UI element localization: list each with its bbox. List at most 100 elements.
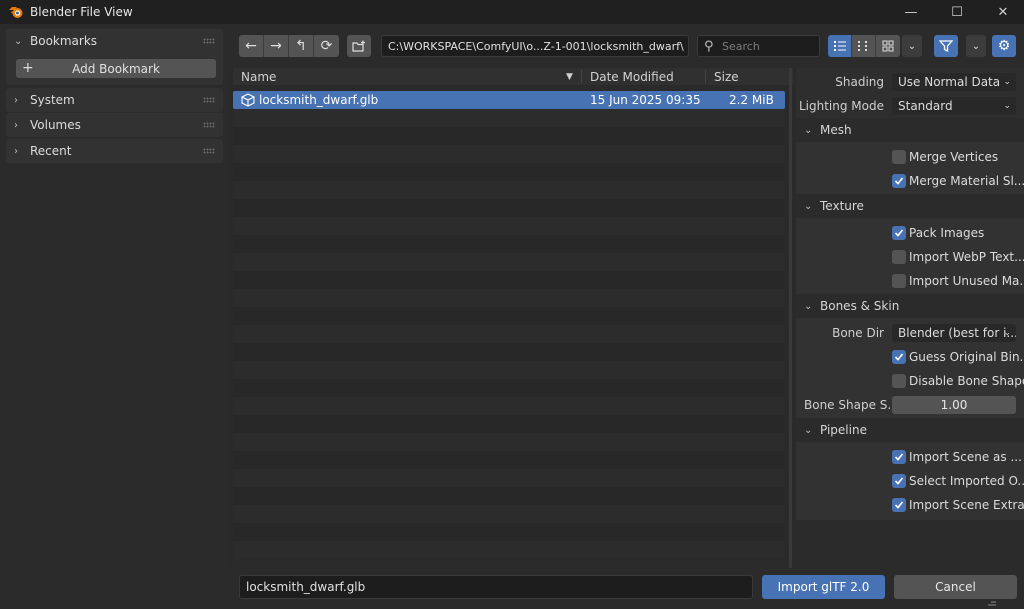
file-row[interactable]: locksmith_dwarf.glb 15 Jun 2025 09:35 2.… bbox=[233, 91, 785, 109]
bone-shape-scale-property: Bone Shape S... 1.00 bbox=[796, 395, 1024, 415]
merge-material-slots-checkbox[interactable]: Merge Material Sl... bbox=[892, 171, 1024, 191]
volumes-panel[interactable]: › Volumes bbox=[6, 113, 223, 137]
bones-skin-section-header[interactable]: ⌄ Bones & Skin bbox=[796, 294, 1024, 318]
shading-value: Use Normal Data bbox=[898, 75, 1001, 89]
checkmark-icon bbox=[892, 498, 906, 512]
cancel-button[interactable]: Cancel bbox=[894, 575, 1017, 599]
disable-bone-shape-checkbox[interactable]: Disable Bone Shape bbox=[892, 371, 1024, 391]
new-folder-button[interactable] bbox=[347, 35, 371, 57]
empty-row bbox=[233, 145, 785, 163]
thumbnail-view-button[interactable] bbox=[876, 35, 900, 57]
sort-descending-icon[interactable]: ▼ bbox=[566, 72, 573, 82]
bone-dir-property: Bone Dir Blender (best for i... ⌄ bbox=[796, 323, 1024, 343]
refresh-button[interactable]: ⟳ bbox=[314, 35, 339, 57]
column-divider[interactable] bbox=[705, 70, 706, 83]
chevron-down-icon: ⌄ bbox=[1003, 328, 1011, 338]
search-input[interactable]: ⚲ Search bbox=[697, 35, 820, 57]
select-imported-objects-label: Select Imported O... bbox=[909, 474, 1024, 488]
bookmarks-label: Bookmarks bbox=[30, 34, 98, 48]
navigation-group: ← → ↰ ⟳ bbox=[239, 35, 339, 57]
guess-original-bind-checkbox[interactable]: Guess Original Bin... bbox=[892, 347, 1024, 367]
filename-input[interactable]: locksmith_dwarf.glb bbox=[239, 575, 753, 599]
guess-original-bind-label: Guess Original Bin... bbox=[909, 350, 1024, 364]
import-scene-as-label: Import Scene as ... bbox=[909, 450, 1022, 464]
column-size-header[interactable]: Size bbox=[714, 70, 739, 84]
column-date-header[interactable]: Date Modified bbox=[590, 70, 674, 84]
empty-row bbox=[233, 451, 785, 469]
directory-path-input[interactable]: C:\WORKSPACE\ComfyUI\o...Z-1-001\locksmi… bbox=[381, 35, 689, 57]
recent-label: Recent bbox=[30, 144, 72, 158]
title-bar: Blender File View bbox=[0, 0, 1024, 24]
import-scene-extras-checkbox[interactable]: Import Scene Extras bbox=[892, 495, 1024, 515]
chevron-down-icon: ⌄ bbox=[907, 40, 917, 52]
recent-header[interactable]: › Recent bbox=[6, 139, 223, 163]
empty-row bbox=[233, 181, 785, 199]
display-mode-group bbox=[828, 35, 900, 57]
drag-handle-icon[interactable] bbox=[203, 38, 215, 44]
chevron-down-icon: ⌄ bbox=[1003, 77, 1011, 87]
forward-button[interactable]: → bbox=[264, 35, 289, 57]
chevron-down-icon: ⌄ bbox=[971, 40, 981, 52]
system-panel[interactable]: › System bbox=[6, 88, 223, 112]
empty-row bbox=[233, 433, 785, 451]
parent-directory-button[interactable]: ↰ bbox=[289, 35, 314, 57]
checkmark-icon bbox=[892, 450, 906, 464]
file-rows: locksmith_dwarf.glb 15 Jun 2025 09:35 2.… bbox=[233, 91, 785, 559]
system-header[interactable]: › System bbox=[6, 88, 223, 112]
close-button[interactable]: ✕ bbox=[980, 0, 1024, 24]
pipeline-section-header[interactable]: ⌄ Pipeline bbox=[796, 418, 1024, 442]
volumes-header[interactable]: › Volumes bbox=[6, 113, 223, 137]
back-button[interactable]: ← bbox=[239, 35, 264, 57]
empty-row bbox=[233, 361, 785, 379]
display-settings-dropdown[interactable]: ⌄ bbox=[902, 35, 922, 57]
drag-handle-icon[interactable] bbox=[203, 97, 215, 103]
drag-handle-icon[interactable] bbox=[203, 148, 215, 154]
select-imported-objects-checkbox[interactable]: Select Imported O... bbox=[892, 471, 1024, 491]
filter-settings-dropdown[interactable]: ⌄ bbox=[966, 35, 986, 57]
empty-row bbox=[233, 253, 785, 271]
vertical-list-view-button[interactable] bbox=[828, 35, 852, 57]
add-bookmark-button[interactable]: + Add Bookmark bbox=[16, 59, 216, 78]
empty-row bbox=[233, 541, 785, 559]
shading-dropdown[interactable]: Use Normal Data ⌄ bbox=[892, 73, 1016, 91]
empty-row bbox=[233, 469, 785, 487]
import-scene-as-checkbox[interactable]: Import Scene as ... bbox=[892, 447, 1022, 467]
lighting-mode-dropdown[interactable]: Standard ⌄ bbox=[892, 97, 1016, 115]
horizontal-list-view-button[interactable] bbox=[852, 35, 876, 57]
mesh-section-header[interactable]: ⌄ Mesh bbox=[796, 118, 1024, 142]
column-divider[interactable] bbox=[581, 70, 582, 83]
options-toggle-button[interactable]: ⚙ bbox=[992, 35, 1016, 57]
empty-row bbox=[233, 379, 785, 397]
column-name-header[interactable]: Name bbox=[241, 70, 276, 84]
search-icon: ⚲ bbox=[704, 39, 714, 54]
chevron-right-icon: › bbox=[14, 145, 18, 157]
filter-toggle-button[interactable] bbox=[934, 35, 958, 57]
merge-vertices-checkbox[interactable]: Merge Vertices bbox=[892, 147, 998, 167]
pack-images-checkbox[interactable]: Pack Images bbox=[892, 223, 984, 243]
bone-shape-scale-field[interactable]: 1.00 bbox=[892, 396, 1016, 414]
import-webp-checkbox[interactable]: Import WebP Text... bbox=[892, 247, 1024, 267]
checkbox-box bbox=[892, 150, 906, 164]
texture-section-header[interactable]: ⌄ Texture bbox=[796, 194, 1024, 218]
chevron-down-icon: ⌄ bbox=[804, 200, 813, 212]
blender-logo-icon bbox=[9, 7, 23, 18]
maximize-button[interactable]: ☐ bbox=[934, 0, 980, 24]
minimize-button[interactable]: — bbox=[888, 0, 934, 24]
import-button[interactable]: Import glTF 2.0 bbox=[762, 575, 885, 599]
resize-grip-icon[interactable] bbox=[986, 598, 998, 606]
drag-handle-icon[interactable] bbox=[203, 122, 215, 128]
checkmark-icon bbox=[892, 174, 906, 188]
toolbar: ← → ↰ ⟳ C:\WORKSPACE\ComfyUI\o...Z-1-001… bbox=[229, 24, 1024, 68]
pack-images-label: Pack Images bbox=[909, 226, 985, 240]
bone-dir-dropdown[interactable]: Blender (best for i... ⌄ bbox=[892, 324, 1016, 342]
3d-object-file-icon bbox=[241, 93, 255, 107]
recent-panel[interactable]: › Recent bbox=[6, 139, 223, 163]
merge-vertices-label: Merge Vertices bbox=[909, 150, 999, 164]
import-unused-materials-checkbox[interactable]: Import Unused Ma... bbox=[892, 271, 1024, 291]
checkmark-icon bbox=[892, 350, 906, 364]
file-date: 15 Jun 2025 09:35 bbox=[590, 93, 701, 107]
chevron-down-icon: ⌄ bbox=[804, 124, 813, 136]
import-options-panel: Shading Use Normal Data ⌄ Lighting Mode … bbox=[796, 68, 1024, 520]
file-list-scrollbar[interactable] bbox=[789, 68, 792, 568]
bookmarks-header[interactable]: ⌄ Bookmarks bbox=[6, 29, 223, 53]
